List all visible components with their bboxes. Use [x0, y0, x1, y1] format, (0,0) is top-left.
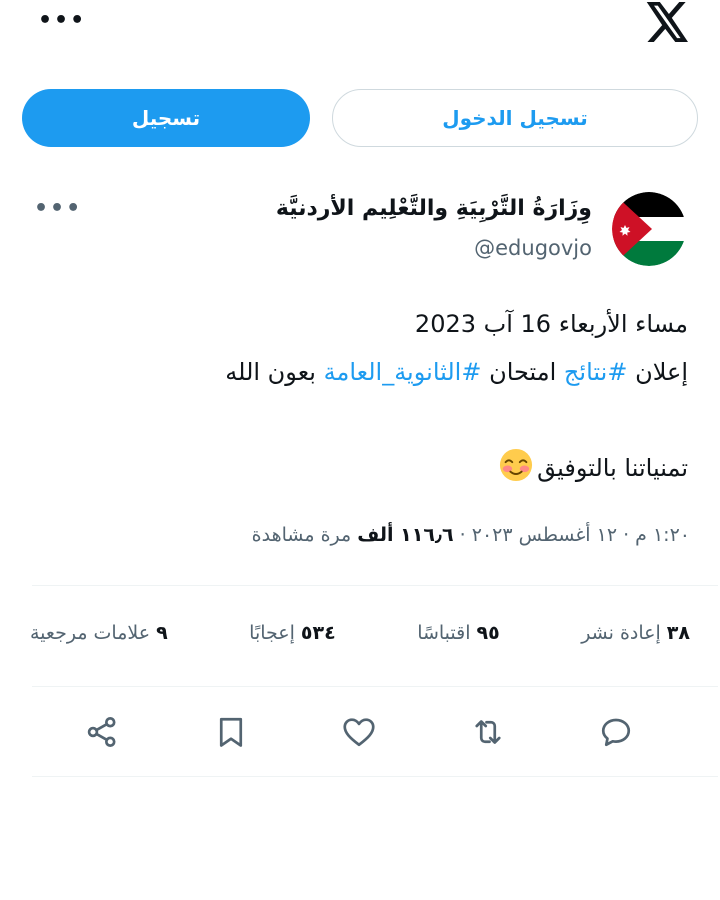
- tweet-text-wishes: تمنياتنا بالتوفيق: [537, 454, 688, 482]
- author-handle[interactable]: @edugovjo: [474, 236, 592, 260]
- x-logo-icon[interactable]: [646, 2, 690, 42]
- views-count: ١١٦٫٦ ألف: [357, 524, 454, 546]
- bookmarks-count: ٩: [156, 622, 168, 644]
- tweet-text-suffix: بعون الله: [225, 358, 324, 386]
- tweet-more-options-button[interactable]: •••: [34, 196, 82, 221]
- smiling-face-with-blush-emoji-icon: [499, 448, 533, 488]
- retweet-icon[interactable]: [468, 712, 508, 752]
- tweet-text-prefix: إعلان: [627, 358, 688, 386]
- tweet-meta: ١:٢٠ م · ١٢ أغسطس ٢٠٢٣ · ١١٦٫٦ ألف مرة م…: [252, 524, 690, 546]
- tweet-text-line-2: إعلان #نتائج امتحان #الثانوية_العامة بعو…: [225, 358, 688, 386]
- bookmarks-label: علامات مرجعية: [30, 622, 151, 644]
- hashtag-results[interactable]: #نتائج: [564, 358, 628, 386]
- like-icon[interactable]: [339, 712, 379, 752]
- retweets-count: ٣٨: [666, 622, 690, 644]
- views-label: مرة مشاهدة: [251, 524, 358, 546]
- tweet-timestamp[interactable]: ١:٢٠ م · ١٢ أغسطس ٢٠٢٣ ·: [454, 524, 690, 546]
- login-button[interactable]: تسجيل الدخول: [332, 89, 698, 147]
- tweet-text-middle: امتحان: [481, 358, 564, 386]
- divider: [32, 776, 718, 777]
- engagement-stats: ٣٨إعادة نشر ٩٥اقتباسًا ٥٣٤إعجابًا ٩علاما…: [30, 622, 690, 644]
- likes-label: إعجابًا: [249, 622, 295, 644]
- retweets-label: إعادة نشر: [581, 622, 661, 644]
- top-more-options-button[interactable]: •••: [38, 8, 86, 33]
- hashtag-secondary-exam[interactable]: #الثانوية_العامة: [324, 358, 482, 386]
- tweet-text-line-1: مساء الأربعاء 16 آب 2023: [414, 310, 688, 338]
- quotes-label: اقتباسًا: [417, 622, 471, 644]
- tweet-actions: [82, 712, 636, 752]
- likes-stat[interactable]: ٥٣٤إعجابًا: [249, 622, 336, 644]
- quotes-stat[interactable]: ٩٥اقتباسًا: [417, 622, 500, 644]
- author-name[interactable]: وِزَارَةُ التَّرْبِيَةِ والتَّعْلِيم الأ…: [276, 196, 592, 221]
- divider: [32, 585, 718, 586]
- divider: [32, 686, 718, 687]
- share-icon[interactable]: [82, 712, 122, 752]
- quotes-count: ٩٥: [476, 622, 500, 644]
- avatar[interactable]: [612, 192, 686, 266]
- bookmarks-stat[interactable]: ٩علامات مرجعية: [30, 622, 168, 644]
- signup-button[interactable]: تسجيل: [22, 89, 310, 147]
- retweets-stat[interactable]: ٣٨إعادة نشر: [581, 622, 690, 644]
- likes-count: ٥٣٤: [300, 622, 336, 644]
- reply-icon[interactable]: [596, 712, 636, 752]
- tweet-text-line-3: تمنياتنا بالتوفيق: [499, 448, 688, 488]
- bookmark-icon[interactable]: [211, 712, 251, 752]
